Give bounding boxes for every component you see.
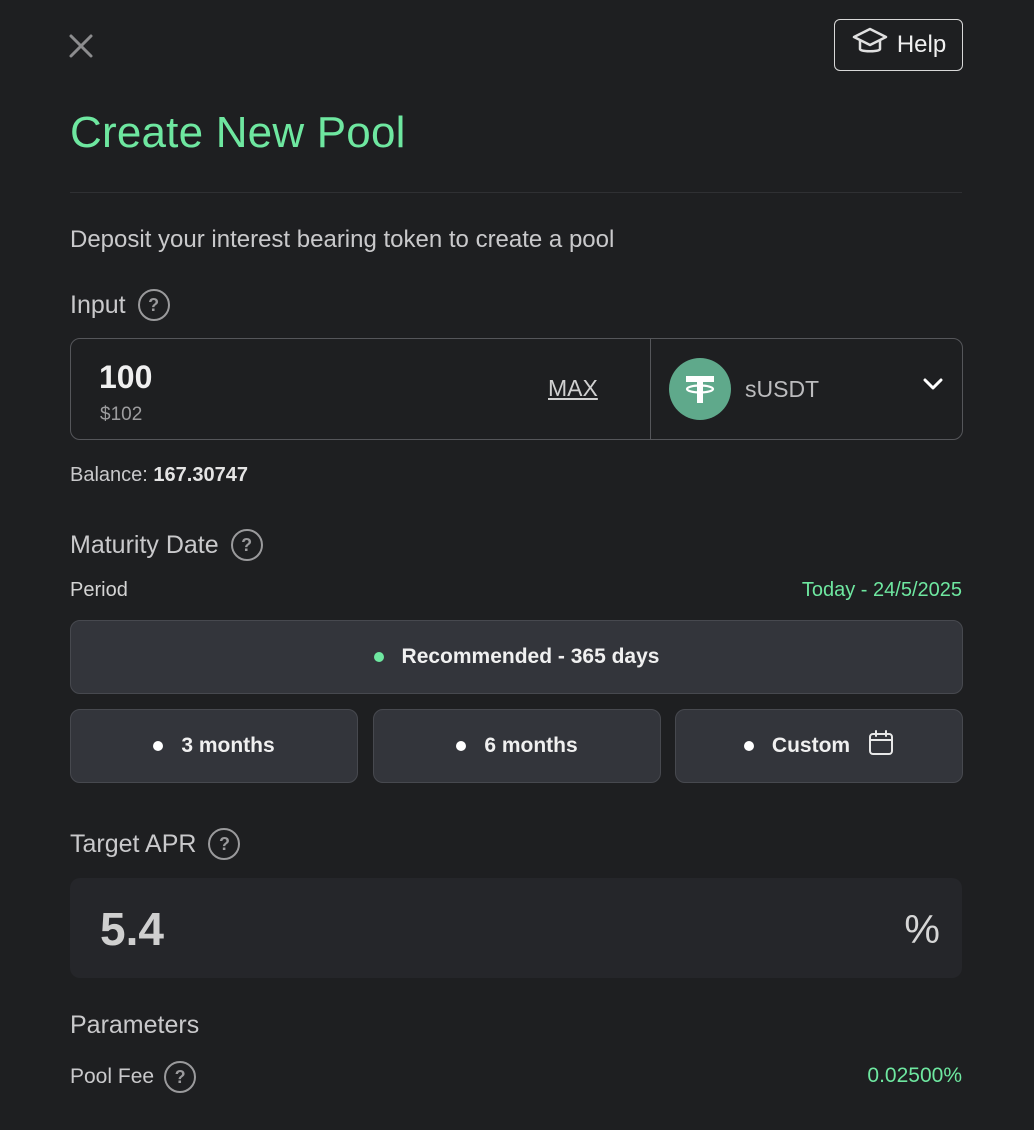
period-option-label: Recommended - 365 days — [401, 645, 660, 668]
token-name: sUSDT — [745, 375, 820, 402]
pool-fee-value: 0.02500% — [867, 1064, 962, 1087]
chevron-down-icon[interactable] — [922, 376, 944, 397]
radio-dot-icon — [153, 741, 164, 751]
apr-value[interactable]: 5.4 — [100, 902, 164, 956]
period-option-3-months[interactable]: 3 months — [70, 709, 358, 783]
pool-fee-label: Pool Fee — [70, 1065, 155, 1088]
input-section-label: Input ? — [70, 289, 170, 321]
apr-label: Target APR — [70, 829, 197, 858]
radio-dot-icon — [373, 652, 384, 662]
period-option-recommended[interactable]: Recommended - 365 days — [70, 620, 963, 694]
divider — [70, 192, 962, 193]
period-option-custom[interactable]: Custom — [675, 709, 963, 783]
amount-field[interactable]: 100 $102 MAX — [71, 339, 651, 439]
pool-fee-row: Pool Fee ? — [70, 1061, 197, 1093]
radio-dot-icon — [743, 741, 754, 751]
parameters-label: Parameters — [70, 1011, 200, 1039]
amount-value[interactable]: 100 — [99, 359, 152, 396]
question-icon[interactable]: ? — [230, 529, 263, 561]
balance-label: Balance: — [70, 464, 148, 486]
question-icon[interactable]: ? — [164, 1061, 197, 1093]
period-option-label: 6 months — [484, 734, 578, 757]
apr-section-label: Target APR ? — [70, 828, 241, 860]
calendar-icon[interactable] — [868, 729, 894, 763]
period-option-label: Custom — [771, 734, 851, 757]
page-subtitle: Deposit your interest bearing token to c… — [70, 226, 615, 253]
apr-unit: % — [904, 908, 940, 952]
question-icon[interactable]: ? — [137, 289, 170, 321]
help-label: Help — [896, 31, 947, 58]
help-button[interactable]: Help — [834, 19, 963, 71]
period-label: Period — [70, 579, 128, 601]
period-option-label: 3 months — [181, 734, 275, 757]
graduation-cap-icon — [851, 26, 889, 65]
page-title: Create New Pool — [70, 108, 406, 157]
apr-input[interactable]: 5.4 % — [70, 878, 962, 978]
maturity-label: Maturity Date — [70, 530, 219, 559]
input-label: Input — [70, 290, 126, 319]
balance: Balance: 167.30747 — [70, 464, 248, 487]
period-range: Today - 24/5/2025 — [801, 579, 962, 601]
close-icon[interactable] — [66, 31, 96, 61]
usd-value: $102 — [100, 404, 143, 425]
radio-dot-icon — [456, 741, 467, 751]
maturity-section-label: Maturity Date ? — [70, 529, 263, 561]
tether-icon — [669, 358, 731, 420]
token-selector[interactable]: sUSDT — [651, 339, 962, 439]
amount-input-box: 100 $102 MAX sUSDT — [70, 338, 963, 440]
period-option-6-months[interactable]: 6 months — [373, 709, 661, 783]
max-button[interactable]: MAX — [548, 375, 598, 402]
question-icon[interactable]: ? — [208, 828, 241, 860]
balance-value: 167.30747 — [153, 464, 248, 486]
